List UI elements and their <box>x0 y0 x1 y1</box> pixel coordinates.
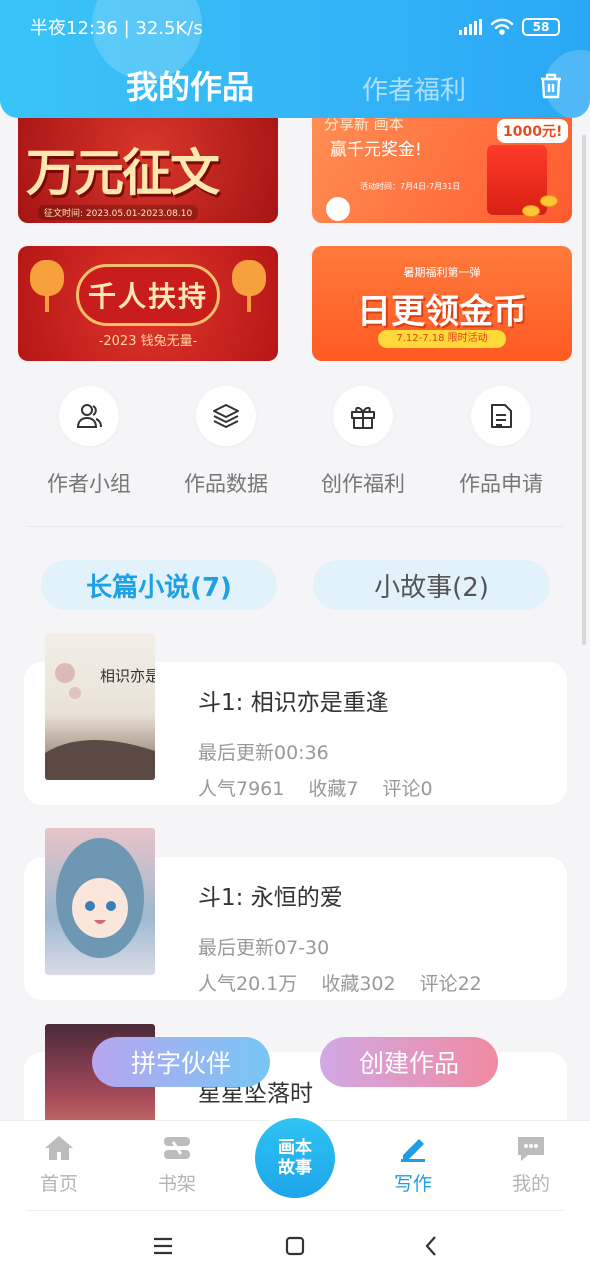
trash-icon[interactable] <box>538 72 564 100</box>
back-icon[interactable] <box>419 1234 443 1258</box>
action-label: 作者小组 <box>47 472 131 496</box>
tab-author-benefits[interactable]: 作者福利 <box>362 70 466 107</box>
coin-image <box>540 195 558 207</box>
banner-date: 征文时间: 2023.05.01-2023.08.10 <box>38 205 199 220</box>
create-work-button[interactable]: 创建作品 <box>320 1037 498 1087</box>
banner-title: 千人扶持 <box>87 280 208 313</box>
document-icon <box>471 386 531 446</box>
home-icon <box>41 1133 77 1163</box>
work-title: 斗1: 永恒的爱 <box>198 885 343 911</box>
work-updated: 最后更新00:36 <box>198 742 329 764</box>
popularity: 人气7961 <box>198 778 285 800</box>
pencil-icon <box>395 1133 431 1163</box>
spelling-partner-button[interactable]: 拼字伙伴 <box>92 1037 270 1087</box>
nav-label: 书架 <box>157 1173 196 1195</box>
nav-write[interactable]: 写作 <box>373 1133 453 1196</box>
action-author-group[interactable]: 作者小组 <box>29 386 149 498</box>
banner-top-text: 暑期福利第一弹 <box>403 266 481 279</box>
banner-date: 7.12-7.18 限时活动 <box>378 330 506 348</box>
banner-support[interactable]: 千人扶持 -2023 钱兔无量- <box>18 246 278 361</box>
banner-subtitle: -2023 钱兔无量- <box>98 334 198 349</box>
center-label-line1: 画本 <box>278 1138 312 1158</box>
menu-icon[interactable] <box>151 1234 175 1258</box>
home-square-icon[interactable] <box>283 1234 307 1258</box>
tab-short-stories[interactable]: 小故事(2) <box>313 560 550 610</box>
header: 半夜12:36 | 32.5K/s 58 我的作品 作者福利 <box>0 0 590 118</box>
favorites: 收藏7 <box>308 778 359 800</box>
banner-badge: 1000元! <box>497 119 569 143</box>
nav-label: 我的 <box>511 1173 550 1195</box>
banner-title: 日更领金币 <box>357 292 527 332</box>
logo-icon <box>326 197 350 221</box>
coin-image <box>522 205 540 217</box>
action-creation-benefits[interactable]: 创作福利 <box>303 386 423 498</box>
chat-icon <box>513 1133 549 1163</box>
layers-icon <box>196 386 256 446</box>
battery-icon: 58 <box>522 18 560 36</box>
cover-title: 相识亦是重逢 <box>100 667 155 685</box>
wifi-icon <box>490 18 514 35</box>
bookshelf-icon <box>159 1133 195 1163</box>
popularity: 人气20.1万 <box>198 973 298 995</box>
work-stats: 人气7961 收藏7 评论0 <box>198 774 433 801</box>
status-icons: 58 <box>459 18 560 36</box>
banner-subtitle: 赢千元奖金! <box>330 140 422 160</box>
comments: 评论0 <box>382 778 433 800</box>
nav-home[interactable]: 首页 <box>19 1133 99 1196</box>
nav-bookshelf[interactable]: 书架 <box>137 1133 217 1196</box>
status-bar: 半夜12:36 | 32.5K/s 58 <box>30 14 560 40</box>
divider <box>26 1210 564 1211</box>
picture-story-button[interactable]: 画本 故事 <box>255 1118 335 1198</box>
signal-icon <box>459 19 482 35</box>
nav-label: 写作 <box>393 1173 432 1195</box>
system-nav-bar <box>0 1210 590 1280</box>
favorites: 收藏302 <box>321 973 396 995</box>
lantern-icon <box>232 260 266 312</box>
banner-share-reward[interactable]: 分享新 画本 赢千元奖金! 1000元! 活动时间：7月4日-7月31日 <box>312 105 572 223</box>
work-stats: 人气20.1万 收藏302 评论22 <box>198 969 482 996</box>
work-title: 斗1: 相识亦是重逢 <box>198 690 389 716</box>
action-label: 创作福利 <box>321 472 405 496</box>
action-label: 作品数据 <box>184 472 268 496</box>
banner-essay-contest[interactable]: 万元征文 征文时间: 2023.05.01-2023.08.10 <box>18 105 278 223</box>
banner-title-frame: 千人扶持 <box>76 264 220 326</box>
status-time: 半夜12:36 | 32.5K/s <box>30 18 203 39</box>
banner-dates: 活动时间：7月4日-7月31日 <box>360 182 461 191</box>
content-area[interactable]: 万元征文 征文时间: 2023.05.01-2023.08.10 分享新 画本 … <box>0 0 590 1120</box>
center-label-line2: 故事 <box>278 1158 312 1178</box>
action-work-data[interactable]: 作品数据 <box>166 386 286 498</box>
work-cover: 相识亦是重逢 <box>45 633 155 780</box>
work-updated: 最后更新07-30 <box>198 937 330 959</box>
people-icon <box>59 386 119 446</box>
quick-actions: 作者小组 作品数据 创作福利 作品申请 <box>0 386 590 506</box>
gift-icon <box>333 386 393 446</box>
banner-daily-update[interactable]: 暑期福利第一弹 日更领金币 7.12-7.18 限时活动 <box>312 246 572 361</box>
scrollbar[interactable] <box>582 135 586 645</box>
tab-my-works[interactable]: 我的作品 <box>126 62 254 108</box>
comments: 评论22 <box>419 973 482 995</box>
nav-mine[interactable]: 我的 <box>491 1133 571 1196</box>
action-label: 作品申请 <box>459 472 543 496</box>
gift-box-image <box>487 145 547 215</box>
tab-novels[interactable]: 长篇小说(7) <box>41 560 277 610</box>
banner-title: 万元征文 <box>26 143 220 202</box>
divider <box>26 526 564 527</box>
action-work-application[interactable]: 作品申请 <box>441 386 561 498</box>
work-cover <box>45 828 155 975</box>
nav-label: 首页 <box>39 1173 78 1195</box>
lantern-icon <box>30 260 64 312</box>
